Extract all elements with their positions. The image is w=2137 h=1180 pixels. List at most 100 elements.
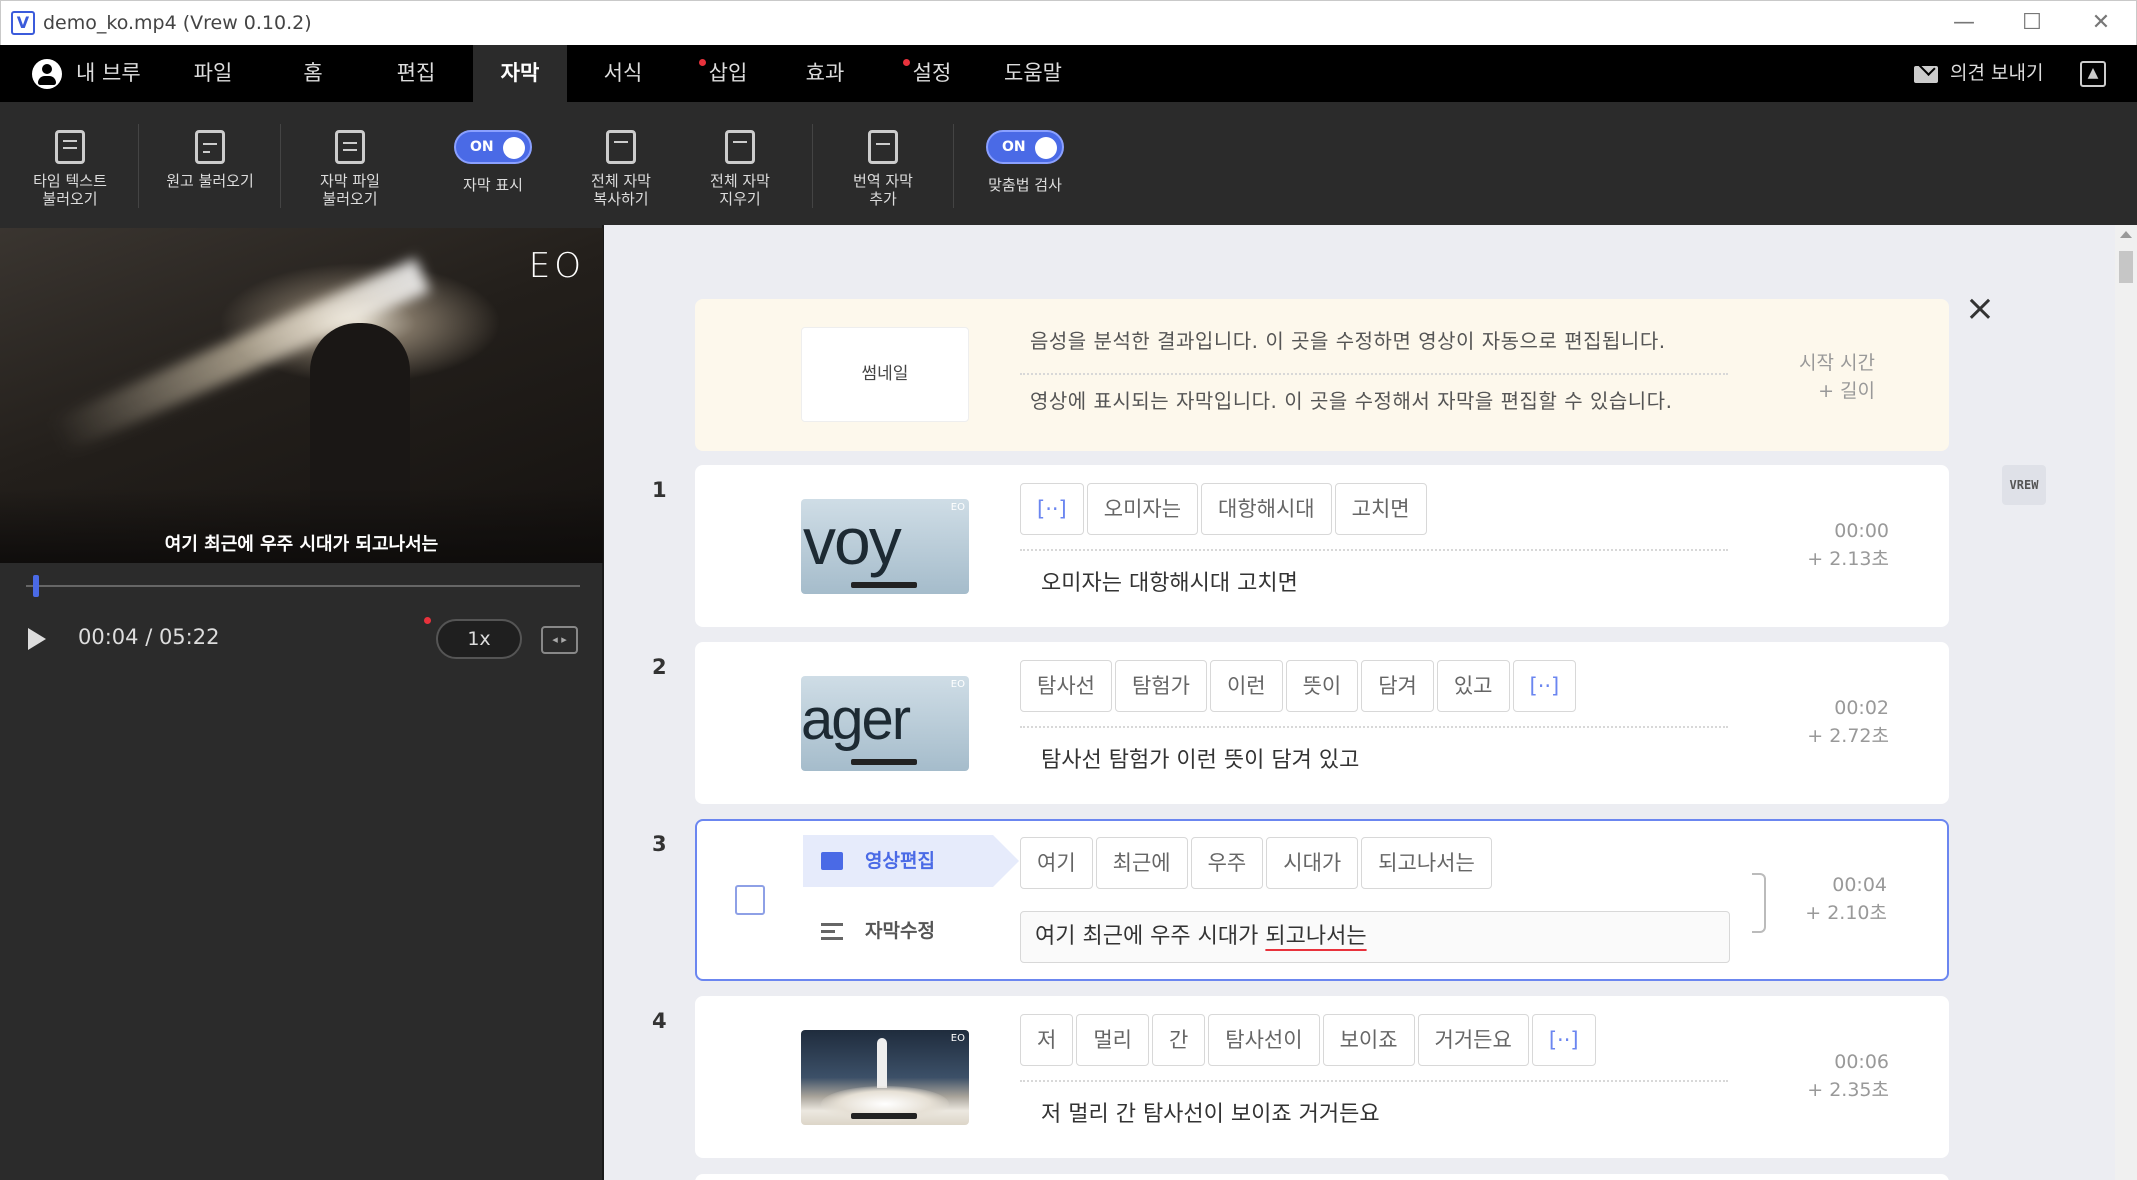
- word-chip[interactable]: 대항해시대: [1201, 483, 1332, 535]
- word-chip[interactable]: 이런: [1209, 660, 1283, 712]
- import-timed-text-button[interactable]: 타임 텍스트 불러오기: [20, 102, 120, 225]
- subtitle-toolbar: 타임 텍스트 불러오기 원고 불러오기 자막 파일 불러오기 ON 자막 표시 …: [0, 102, 2137, 225]
- subtitle-row[interactable]: EO 저 멀리 간 탐사선이 보이죠 거거든요 [··] 저 멀리 간 탐사선이…: [695, 996, 1949, 1158]
- row-thumbnail[interactable]: EO: [801, 1030, 969, 1125]
- video-preview[interactable]: EO 여기 최근에 우주 시대가 되고나서는: [0, 228, 603, 563]
- import-script-button[interactable]: 원고 불러오기: [160, 102, 260, 225]
- subtitle-row-partial[interactable]: [695, 1174, 1949, 1180]
- video-caption: 여기 최근에 우주 시대가 되고나서는: [164, 534, 439, 555]
- close-window-button[interactable]: ✕: [2076, 7, 2126, 39]
- row-thumbnail[interactable]: ager EO: [801, 676, 969, 771]
- duration: + 2.35초: [1807, 1079, 1889, 1101]
- thumbnail-text: voy: [803, 504, 902, 578]
- menu-format[interactable]: 서식: [590, 45, 656, 102]
- feedback-button[interactable]: 의견 보내기: [1910, 45, 2043, 102]
- notification-dot: [903, 59, 910, 66]
- show-subtitles-label: 자막 표시: [463, 176, 523, 194]
- word-chip[interactable]: 간: [1151, 1014, 1206, 1066]
- fit-screen-icon[interactable]: ◂ ▸: [541, 626, 578, 654]
- delete-all-subtitles-button[interactable]: 전체 자막 지우기: [690, 102, 790, 225]
- word-chip[interactable]: 여기: [1020, 837, 1093, 889]
- menu-insert[interactable]: 삽입: [695, 45, 761, 102]
- subtitle-edit-input[interactable]: 여기 최근에 우주 시대가 되고나서는: [1020, 911, 1730, 963]
- word-chip[interactable]: 오미자는: [1086, 483, 1199, 535]
- toggle-state: ON: [1002, 139, 1026, 155]
- seek-handle[interactable]: [32, 575, 39, 597]
- play-icon[interactable]: [28, 628, 46, 650]
- word-chip[interactable]: 최근에: [1095, 837, 1188, 889]
- subtitle-row[interactable]: voy EO [··] 오미자는 대항해시대 고치면 오미자는 대항해시대 고치…: [695, 465, 1949, 627]
- add-translated-subtitle-button[interactable]: 번역 자막 추가: [833, 102, 933, 225]
- menu-edit[interactable]: 편집: [383, 45, 449, 102]
- menu-settings[interactable]: 설정: [899, 45, 965, 102]
- word-chip[interactable]: 되고나서는: [1361, 837, 1492, 889]
- start-time-label: 시작 시간: [1799, 352, 1875, 374]
- spellcheck-toggle[interactable]: ON 맞춤법 검사: [972, 102, 1078, 225]
- video-edit-mode-tab[interactable]: 영상편집: [803, 835, 1019, 887]
- word-chip[interactable]: 탐사선: [1020, 660, 1112, 712]
- subtitle-text[interactable]: 오미자는 대항해시대 고치면: [1041, 565, 1298, 597]
- show-subtitles-toggle[interactable]: ON 자막 표시: [440, 102, 546, 225]
- word-chip[interactable]: 저: [1020, 1014, 1074, 1066]
- subtitle-row[interactable]: ager EO 탐사선 탐험가 이런 뜻이 담겨 있고 [··] 탐사선 탐험가…: [695, 642, 1949, 804]
- word-chips: 여기 최근에 우주 시대가 되고나서는: [1020, 837, 1495, 889]
- vrew-logo-icon[interactable]: VREW: [2002, 465, 2046, 505]
- document-icon: [335, 130, 365, 164]
- word-chip[interactable]: 멀리: [1076, 1014, 1149, 1066]
- word-chip[interactable]: 고치면: [1334, 483, 1427, 535]
- subtitle-row-selected[interactable]: 영상편집 자막수정 여기 최근에 우주 시대가 되고나서는 여기 최근에 우주 …: [695, 819, 1949, 981]
- silence-chip[interactable]: [··]: [1512, 660, 1577, 712]
- script-import-label: 원고 불러오기: [166, 172, 254, 190]
- silence-chip[interactable]: [··]: [1020, 483, 1084, 535]
- word-chip[interactable]: 담겨: [1361, 660, 1434, 712]
- menu-effects[interactable]: 효과: [792, 45, 858, 102]
- subtitle-text[interactable]: 탐사선 탐험가 이런 뜻이 담겨 있고: [1041, 742, 1359, 774]
- seek-bar[interactable]: [26, 585, 580, 587]
- row-checkbox[interactable]: [735, 885, 765, 915]
- spelling-error-word[interactable]: 되고나서는: [1265, 924, 1366, 949]
- copy-all-subtitles-button[interactable]: 전체 자막 복사하기: [571, 102, 671, 225]
- maximize-button[interactable]: ☐: [2007, 7, 2057, 39]
- my-vrew-menu[interactable]: 내 브루: [32, 45, 141, 102]
- menu-subtitle[interactable]: 자막: [473, 45, 567, 102]
- toolbar-divider: [953, 124, 954, 208]
- minimize-button[interactable]: —: [1939, 7, 1989, 39]
- start-time: 00:00: [1834, 520, 1889, 542]
- scroll-up-icon[interactable]: [2120, 231, 2132, 238]
- editor-scrollbar[interactable]: [2115, 225, 2137, 1180]
- close-legend-icon[interactable]: ×: [1964, 291, 1996, 327]
- menu-help[interactable]: 도움말: [993, 45, 1073, 102]
- rocket-shape: [877, 1038, 887, 1088]
- clapperboard-icon: [821, 852, 843, 870]
- word-chip[interactable]: 탐험가: [1114, 660, 1207, 712]
- silence-chip[interactable]: [··]: [1531, 1014, 1596, 1066]
- spellcheck-label: 맞춤법 검사: [988, 176, 1062, 194]
- word-chip[interactable]: 탐사선이: [1208, 1014, 1320, 1066]
- menu-home[interactable]: 홈: [280, 45, 346, 102]
- word-chips: 탐사선 탐험가 이런 뜻이 담겨 있고 [··]: [1020, 660, 1579, 712]
- menu-bar: 내 브루 파일 홈 편집 자막 서식 삽입 효과 설정 도움말 의견 보내기 ▲: [0, 45, 2137, 102]
- collapse-toolbar-button[interactable]: ▲: [2080, 61, 2106, 87]
- word-chips: [··] 오미자는 대항해시대 고치면: [1020, 483, 1430, 535]
- word-chip[interactable]: 거거든요: [1417, 1014, 1529, 1066]
- subtitle-text[interactable]: 저 멀리 간 탐사선이 보이죠 거거든요: [1041, 1096, 1380, 1128]
- legend-card: 썸네일 음성을 분석한 결과입니다. 이 곳을 수정하면 영상이 자동으로 편집…: [695, 299, 1949, 451]
- scroll-thumb[interactable]: [2119, 251, 2133, 283]
- subtitle-editor: 썸네일 음성을 분석한 결과입니다. 이 곳을 수정하면 영상이 자동으로 편집…: [604, 225, 2115, 1180]
- playback-speed-button[interactable]: 1x: [436, 619, 522, 659]
- row-thumbnail[interactable]: voy EO: [801, 499, 969, 594]
- text-lines-icon: [821, 923, 843, 941]
- word-chip[interactable]: 있고: [1436, 660, 1510, 712]
- word-chip[interactable]: 우주: [1190, 837, 1264, 889]
- word-chip[interactable]: 보이죠: [1322, 1014, 1415, 1066]
- subtitle-edit-mode-tab[interactable]: 자막수정: [803, 905, 993, 957]
- app-icon: V: [11, 11, 35, 35]
- translate-icon: [868, 130, 898, 164]
- subtitle-file-label-1: 자막 파일: [320, 172, 380, 190]
- menu-file[interactable]: 파일: [180, 45, 246, 102]
- thumbnail-header: 썸네일: [801, 327, 969, 422]
- word-chip[interactable]: 시대가: [1266, 837, 1359, 889]
- copy-all-label-2: 복사하기: [593, 190, 649, 208]
- import-subtitle-file-button[interactable]: 자막 파일 불러오기: [300, 102, 400, 225]
- word-chip[interactable]: 뜻이: [1285, 660, 1359, 712]
